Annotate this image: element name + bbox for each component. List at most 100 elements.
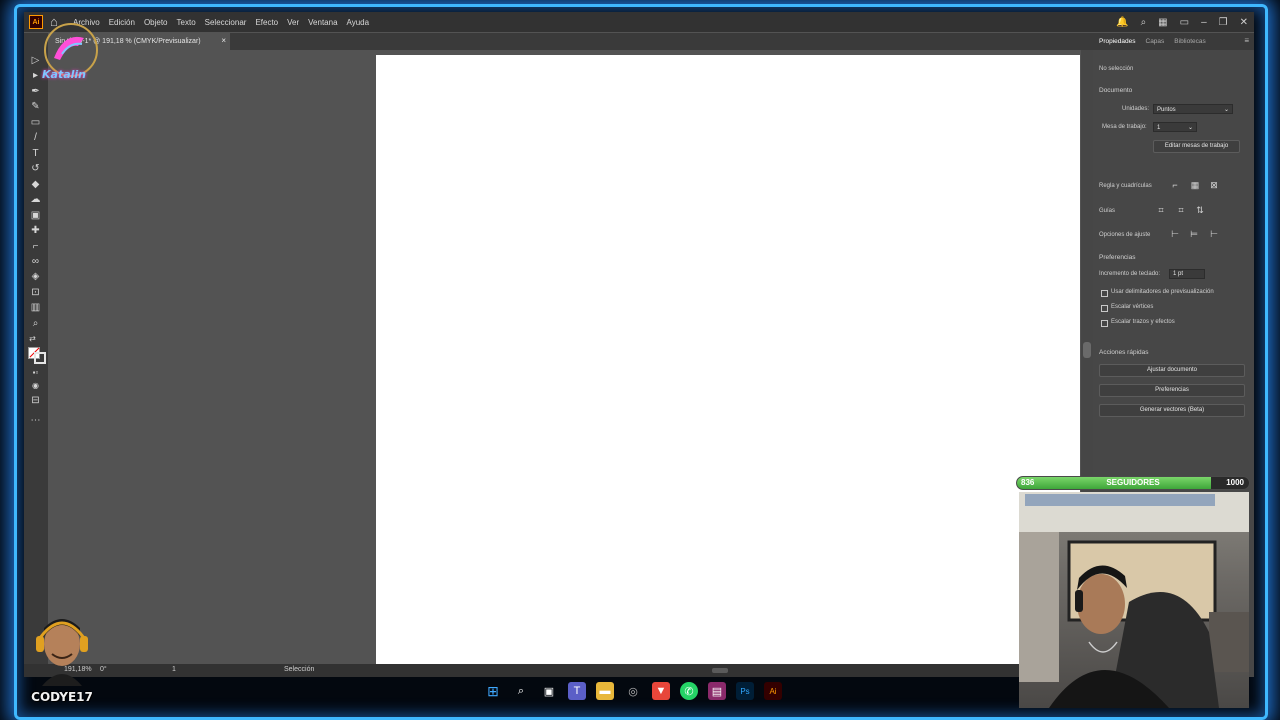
menu-bar: Ai ⌂ Archivo Edición Objeto Texto Selecc… bbox=[24, 12, 1254, 32]
tab-bibliotecas[interactable]: Bibliotecas bbox=[1174, 38, 1205, 45]
curvature-tool-icon[interactable]: ✎ bbox=[29, 101, 42, 112]
tab-propiedades[interactable]: Propiedades bbox=[1099, 38, 1136, 45]
corner-logo: Katalin bbox=[40, 20, 102, 90]
preferences-heading: Preferencias bbox=[1099, 254, 1136, 261]
windows-start-icon[interactable]: ⊞ bbox=[484, 682, 502, 700]
eraser-tool-icon[interactable]: ◆ bbox=[29, 179, 42, 190]
tools-panel: ▷ ▸ ✒ ✎ ▭ / T ↺ ◆ ☁ ▣ ✚ ⌐ ∞ ◈ ⊡ ▥ ⌕ ⇄ ▪▫… bbox=[24, 33, 48, 677]
close-icon[interactable]: ✕ bbox=[1240, 17, 1248, 28]
units-label: Unidades: bbox=[1122, 106, 1150, 112]
mesh-tool-icon[interactable]: ✚ bbox=[29, 225, 42, 236]
color-mode-icon[interactable]: ▪▫ bbox=[29, 367, 42, 378]
vertical-scroll-thumb[interactable] bbox=[1083, 342, 1091, 358]
eyedropper-tool-icon[interactable]: ⌐ bbox=[29, 241, 42, 252]
preview-bounds-checkbox[interactable] bbox=[1101, 290, 1108, 297]
blend-tool-icon[interactable]: ∞ bbox=[29, 256, 42, 267]
followers-goal: 1000 bbox=[1226, 478, 1244, 487]
streamer-avatar: CODYE17 bbox=[28, 614, 96, 704]
stroke-swatch[interactable] bbox=[34, 352, 46, 364]
scale-strokes-checkbox[interactable] bbox=[1101, 320, 1108, 327]
draw-mode-icon[interactable]: ◉ bbox=[29, 380, 42, 391]
guides-label: Guías bbox=[1099, 208, 1116, 214]
panel-tabs: Propiedades Capas Bibliotecas ≡ bbox=[1093, 33, 1254, 50]
artboard-dropdown[interactable]: 1 ⌄ bbox=[1153, 122, 1197, 132]
generate-vectors-button[interactable]: Generar vectores (Beta) bbox=[1099, 404, 1245, 417]
artboard[interactable] bbox=[376, 55, 1080, 667]
snap-to-pixel-icon[interactable]: ⊨ bbox=[1188, 228, 1200, 240]
artboard-label: Mesa de trabajo: bbox=[1102, 124, 1147, 130]
teams-icon[interactable]: T bbox=[568, 682, 586, 700]
swap-colors-icon[interactable]: ⇄ bbox=[26, 333, 39, 344]
lock-guides-icon[interactable]: ⌗ bbox=[1175, 204, 1187, 216]
pencil-tool-icon[interactable]: / bbox=[29, 132, 42, 143]
arrange-icon[interactable]: ▭ bbox=[1180, 17, 1189, 28]
panel-menu-icon[interactable]: ≡ bbox=[1244, 36, 1249, 45]
rotation-value[interactable]: 0° bbox=[100, 666, 107, 673]
webcam-image bbox=[1019, 492, 1249, 708]
whatsapp-icon[interactable]: ✆ bbox=[680, 682, 698, 700]
document-tab-bar: Sin título-1* @ 191,18 % (CMYK/Previsual… bbox=[48, 33, 1093, 50]
menu-objeto[interactable]: Objeto bbox=[144, 18, 168, 27]
menu-seleccionar[interactable]: Seleccionar bbox=[205, 18, 247, 27]
task-view-icon[interactable]: ▣ bbox=[540, 682, 558, 700]
webcam-feed bbox=[1019, 492, 1249, 708]
graph-tool-icon[interactable]: ▥ bbox=[29, 302, 42, 313]
fit-document-button[interactable]: Ajustar documento bbox=[1099, 364, 1245, 377]
corner-logo-text: Katalin bbox=[42, 68, 86, 81]
edit-artboards-button[interactable]: Editar mesas de trabajo bbox=[1153, 140, 1240, 153]
taskbar: ⊞ ⌕ ▣ T ▬ ◎ ▼ ✆ ▤ Ps Ai bbox=[484, 680, 782, 702]
artboard-navigator[interactable]: 1 bbox=[172, 666, 176, 673]
type-tool-icon[interactable]: T bbox=[29, 148, 42, 159]
ruler-icon[interactable]: ⌐ bbox=[1169, 179, 1181, 191]
menu-ventana[interactable]: Ventana bbox=[308, 18, 337, 27]
preferences-button[interactable]: Preferencias bbox=[1099, 384, 1245, 397]
menu-texto[interactable]: Texto bbox=[177, 18, 196, 27]
current-tool-status: Selección bbox=[284, 666, 315, 673]
guides-icon[interactable]: ⌗ bbox=[1155, 204, 1167, 216]
search-icon[interactable]: ⌕ bbox=[512, 682, 530, 700]
snap-options-label: Opciones de ajuste bbox=[1099, 232, 1151, 238]
scale-corners-checkbox[interactable] bbox=[1101, 305, 1108, 312]
snap-to-glyph-icon[interactable]: ⊢ bbox=[1208, 228, 1220, 240]
status-bar: 191,18% 0° 1 Selección bbox=[24, 664, 1093, 677]
menu-ayuda[interactable]: Ayuda bbox=[347, 18, 370, 27]
chrome-icon[interactable]: ◎ bbox=[624, 682, 642, 700]
gradient-tool-icon[interactable]: ▣ bbox=[29, 210, 42, 221]
search-icon[interactable]: ⌕ bbox=[1141, 17, 1147, 28]
minimize-icon[interactable]: – bbox=[1201, 17, 1207, 28]
close-tab-icon[interactable]: × bbox=[221, 36, 226, 45]
keyboard-increment-input[interactable]: 1 pt bbox=[1169, 269, 1205, 279]
grid-icon[interactable]: ▦ bbox=[1189, 179, 1201, 191]
quick-actions-heading: Acciones rápidas bbox=[1099, 349, 1149, 356]
brave-icon[interactable]: ▼ bbox=[652, 682, 670, 700]
workspace-icon[interactable]: ▦ bbox=[1158, 17, 1167, 28]
chevron-down-icon: ⌄ bbox=[1187, 125, 1193, 131]
more-tools-icon[interactable]: ⋯ bbox=[29, 415, 42, 426]
winrar-icon[interactable]: ▤ bbox=[708, 682, 726, 700]
scale-strokes-label: Escalar trazos y efectos bbox=[1111, 319, 1175, 325]
transparency-grid-icon[interactable]: ⊠ bbox=[1208, 179, 1220, 191]
units-dropdown[interactable]: Puntos ⌄ bbox=[1153, 104, 1233, 114]
file-explorer-icon[interactable]: ▬ bbox=[596, 682, 614, 700]
shape-builder-tool-icon[interactable]: ◈ bbox=[29, 271, 42, 282]
menu-edicion[interactable]: Edición bbox=[109, 18, 135, 27]
illustrator-taskbar-icon[interactable]: Ai bbox=[764, 682, 782, 700]
tab-capas[interactable]: Capas bbox=[1146, 38, 1165, 45]
smart-guides-icon[interactable]: ⇅ bbox=[1194, 204, 1206, 216]
menu-ver[interactable]: Ver bbox=[287, 18, 299, 27]
warp-tool-icon[interactable]: ☁ bbox=[29, 194, 42, 205]
horizontal-scroll-thumb[interactable] bbox=[712, 668, 728, 673]
canvas-area[interactable] bbox=[48, 50, 1093, 667]
artboard-tool-icon[interactable]: ⊡ bbox=[29, 287, 42, 298]
zoom-tool-icon[interactable]: ⌕ bbox=[29, 318, 42, 329]
rotate-tool-icon[interactable]: ↺ bbox=[29, 163, 42, 174]
restore-icon[interactable]: ❐ bbox=[1219, 17, 1228, 28]
share-icon[interactable]: 🔔 bbox=[1116, 17, 1128, 28]
no-selection-label: No selección bbox=[1099, 66, 1134, 72]
preview-bounds-label: Usar delimitadores de previsualización bbox=[1111, 289, 1214, 295]
menu-efecto[interactable]: Efecto bbox=[255, 18, 278, 27]
snap-to-point-icon[interactable]: ⊢ bbox=[1169, 228, 1181, 240]
screen-mode-icon[interactable]: ⊟ bbox=[29, 395, 42, 406]
rectangle-tool-icon[interactable]: ▭ bbox=[29, 117, 42, 128]
photoshop-icon[interactable]: Ps bbox=[736, 682, 754, 700]
